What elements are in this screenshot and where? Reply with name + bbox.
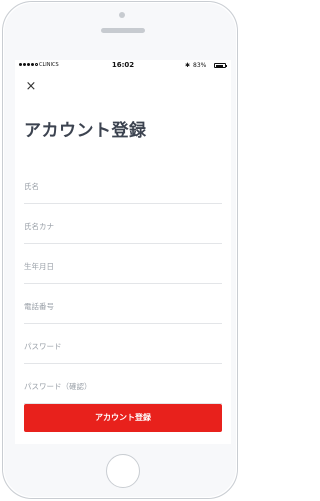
name-kana-field bbox=[24, 204, 222, 244]
registration-form bbox=[24, 164, 222, 404]
password-confirm-input[interactable] bbox=[24, 379, 222, 393]
birthdate-field bbox=[24, 244, 222, 284]
name-kana-input[interactable] bbox=[24, 219, 222, 233]
battery-percent: 83% bbox=[193, 62, 207, 69]
front-camera bbox=[119, 12, 125, 18]
bluetooth-icon: ✱ bbox=[185, 62, 191, 69]
password-confirm-field bbox=[24, 364, 222, 404]
status-bar: CLINICS 16:02 ✱ 83% bbox=[15, 60, 231, 72]
birthdate-input[interactable] bbox=[24, 259, 222, 273]
earpiece-speaker bbox=[101, 28, 145, 33]
close-button[interactable]: × bbox=[25, 79, 37, 94]
phone-frame: CLINICS 16:02 ✱ 83% × アカウント登録 氏名 氏名カナ 生年… bbox=[2, 1, 238, 499]
name-field bbox=[24, 164, 222, 204]
phone-number-input[interactable] bbox=[24, 299, 222, 313]
app-screen: CLINICS 16:02 ✱ 83% × アカウント登録 氏名 氏名カナ 生年… bbox=[15, 60, 231, 444]
password-input[interactable] bbox=[24, 339, 222, 353]
create-account-button[interactable]: アカウント登録 bbox=[24, 404, 222, 432]
battery-icon bbox=[214, 63, 227, 68]
page-title: アカウント登録 bbox=[24, 121, 147, 141]
name-input[interactable] bbox=[24, 179, 222, 193]
battery-fill bbox=[216, 65, 223, 67]
close-icon[interactable]: × bbox=[26, 79, 37, 94]
home-button[interactable] bbox=[106, 454, 140, 488]
phone-number-field bbox=[24, 284, 222, 324]
password-field bbox=[24, 324, 222, 364]
